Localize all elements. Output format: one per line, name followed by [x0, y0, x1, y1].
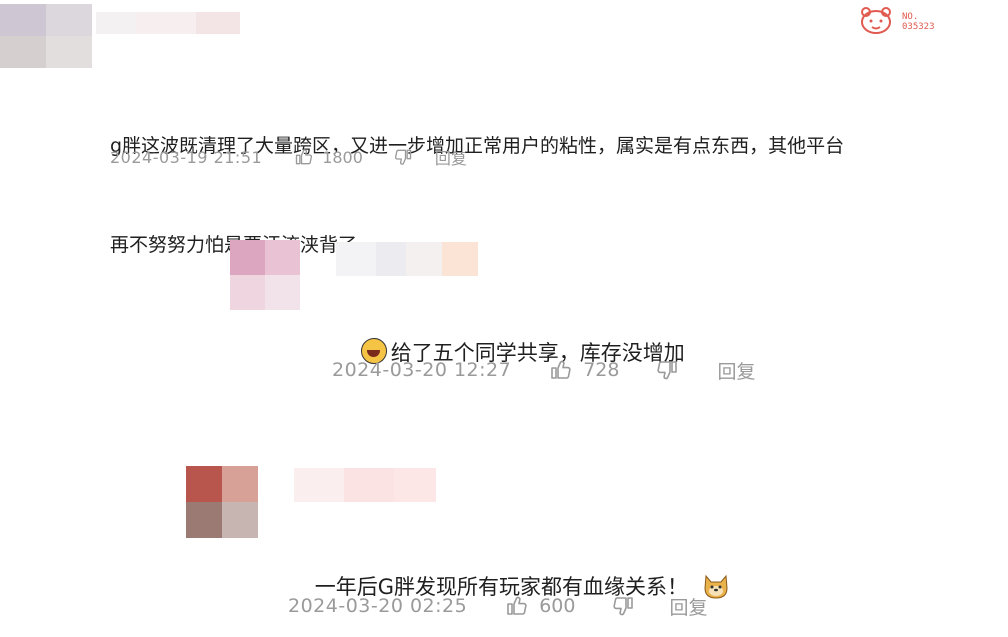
comment-meta: 2024-03-20 02:25 600 回复 — [288, 592, 708, 620]
like-count: 1800 — [322, 147, 363, 167]
like-count: 600 — [539, 595, 576, 617]
avatar[interactable] — [186, 466, 258, 538]
thumbs-up-icon — [507, 596, 527, 615]
cartoon-cat-icon — [861, 7, 891, 34]
username[interactable] — [96, 12, 240, 34]
thumbs-down-icon — [657, 361, 678, 380]
timestamp: 2024-03-20 02:25 — [288, 595, 468, 617]
username[interactable] — [336, 242, 478, 276]
badge-label-no: NO. — [902, 12, 919, 22]
avatar[interactable] — [0, 4, 92, 68]
like-button[interactable]: 1800 — [294, 147, 363, 167]
timestamp: 2024-03-19 21:51 — [110, 147, 263, 167]
comment-meta: 2024-03-20 12:27 728 回复 — [332, 356, 756, 384]
reply-button[interactable]: 回复 — [669, 593, 707, 620]
badge-label-number: 035323 — [902, 22, 935, 32]
thumbs-up-icon — [551, 360, 571, 379]
comment-text: 给了五个同学共享，库存没增加 — [334, 304, 685, 403]
like-button[interactable]: 728 — [549, 358, 619, 382]
comment-text: 一年后G胖发现所有玩家都有血缘关系！ — [288, 538, 730, 637]
comment-meta: 2024-03-19 21:51 1800 回复 — [110, 144, 467, 170]
thumbs-down-icon — [613, 597, 634, 616]
thumbs-up-icon — [296, 149, 313, 165]
dislike-button[interactable] — [611, 594, 635, 618]
badge-number: NO. 035323 — [902, 12, 935, 32]
like-button[interactable]: 600 — [505, 594, 575, 618]
dislike-button[interactable] — [393, 147, 413, 167]
dislike-button[interactable] — [655, 358, 679, 382]
reply-button[interactable]: 回复 — [717, 357, 755, 384]
avatar[interactable] — [230, 240, 300, 310]
timestamp: 2024-03-20 12:27 — [332, 359, 512, 381]
reply-button[interactable]: 回复 — [435, 145, 467, 169]
user-level-badge: NO. 035323 — [856, 6, 935, 38]
username[interactable] — [294, 468, 436, 502]
like-count: 728 — [583, 359, 620, 381]
comment-text: g胖这波既清理了大量跨区，又进一步增加正常用户的粘性，属实是有点东西，其他平台 … — [110, 64, 844, 328]
thumbs-down-icon — [394, 149, 412, 165]
